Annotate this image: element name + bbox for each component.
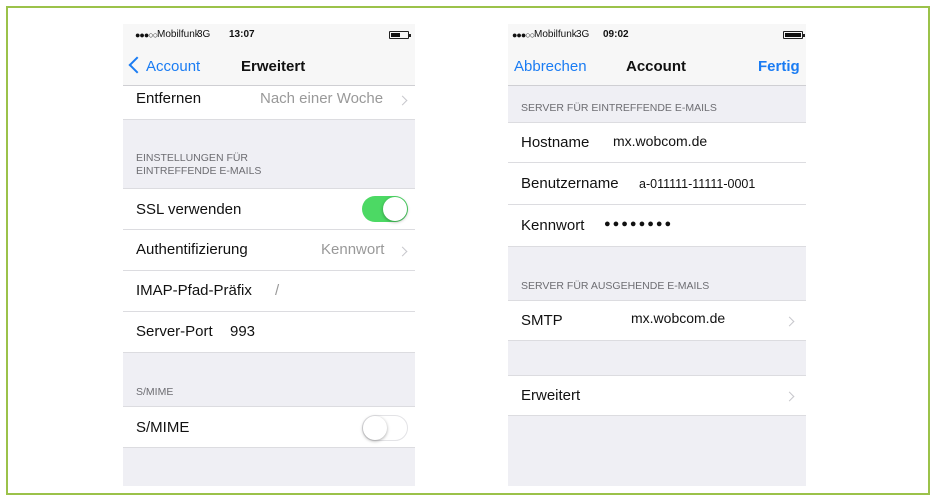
signal-strength-icon: ●●●○○ [135, 30, 158, 40]
password-input[interactable]: ●●●●●●●● [604, 218, 673, 230]
row-label: S/MIME [136, 419, 190, 436]
row-label: SSL verwenden [136, 201, 242, 218]
server-port-input[interactable]: 993 [230, 323, 255, 340]
row-label: IMAP-Pfad-Präfix [136, 282, 252, 299]
back-chevron-icon[interactable] [128, 56, 146, 74]
row-entfernen[interactable]: Entfernen Nach einer Woche [123, 86, 415, 120]
cancel-button[interactable]: Abbrechen [514, 58, 587, 75]
ssl-toggle[interactable] [362, 196, 408, 222]
section-header-outgoing: SERVER FÜR AUSGEHENDE E-MAILS [521, 280, 710, 292]
row-password[interactable]: Kennwort ●●●●●●●● [508, 205, 806, 247]
done-button[interactable]: Fertig [758, 58, 800, 75]
navigation-bar: Abbrechen Account Fertig [508, 46, 806, 86]
row-label: SMTP [521, 312, 563, 329]
row-value: Nach einer Woche [260, 90, 384, 107]
status-time: 13:07 [229, 29, 255, 40]
row-label: Kennwort [521, 217, 585, 234]
row-label: Entfernen [136, 90, 202, 107]
chevron-right-icon [784, 391, 795, 402]
network-type: 3G [576, 29, 590, 40]
battery-icon [783, 31, 805, 39]
status-bar: ●●●○○ Mobilfunk 3G 09:02 [508, 24, 806, 46]
chevron-right-icon [784, 316, 795, 327]
hostname-input[interactable]: mx.wobcom.de [613, 133, 707, 149]
navigation-bar: Account Erweitert [123, 46, 415, 86]
carrier-name: Mobilfunk [157, 29, 200, 40]
section-header-incoming: EINSTELLUNGEN FÜR EINTREFFENDE E-MAILS [136, 152, 262, 177]
row-imap-prefix[interactable]: IMAP-Pfad-Präfix / [123, 271, 415, 312]
smtp-server-value: mx.wobcom.de [631, 310, 726, 326]
row-value: Kennwort [321, 241, 385, 258]
account-screen: ●●●○○ Mobilfunk 3G 09:02 Abbrechen Accou… [508, 24, 806, 486]
signal-strength-icon: ●●●○○ [512, 30, 535, 40]
row-authentication[interactable]: Authentifizierung Kennwort [123, 230, 415, 271]
carrier-name: Mobilfunk [534, 29, 577, 40]
chevron-right-icon [397, 95, 408, 106]
row-ssl: SSL verwenden [123, 188, 415, 230]
row-smime: S/MIME [123, 406, 415, 448]
row-smtp[interactable]: SMTP mx.wobcom.de [508, 300, 806, 341]
chevron-right-icon [397, 246, 408, 257]
network-type: 3G [197, 29, 211, 40]
username-input[interactable]: a-011111-11111-0001 [639, 177, 755, 191]
row-label: Server-Port [136, 323, 213, 340]
row-label: Authentifizierung [136, 241, 248, 258]
battery-icon [389, 31, 411, 39]
imap-prefix-input[interactable]: / [275, 282, 279, 299]
smime-toggle[interactable] [362, 415, 408, 441]
status-time: 09:02 [603, 29, 629, 40]
back-button[interactable]: Account [146, 58, 200, 75]
row-username[interactable]: Benutzername a-011111-11111-0001 [508, 163, 806, 205]
section-header-incoming: SERVER FÜR EINTREFFENDE E-MAILS [521, 102, 717, 114]
row-server-port[interactable]: Server-Port 993 [123, 312, 415, 353]
row-advanced[interactable]: Erweitert [508, 375, 806, 416]
section-header-smime: S/MIME [136, 386, 174, 398]
row-hostname[interactable]: Hostname mx.wobcom.de [508, 122, 806, 163]
page-title: Account [626, 58, 686, 75]
row-label: Hostname [521, 134, 590, 151]
status-bar: ●●●○○ Mobilfunk 3G 13:07 [123, 24, 415, 46]
row-label: Erweitert [521, 387, 581, 404]
page-title: Erweitert [241, 58, 306, 75]
advanced-settings-screen: ●●●○○ Mobilfunk 3G 13:07 Account Erweite… [123, 24, 415, 486]
row-label: Benutzername [521, 175, 619, 192]
